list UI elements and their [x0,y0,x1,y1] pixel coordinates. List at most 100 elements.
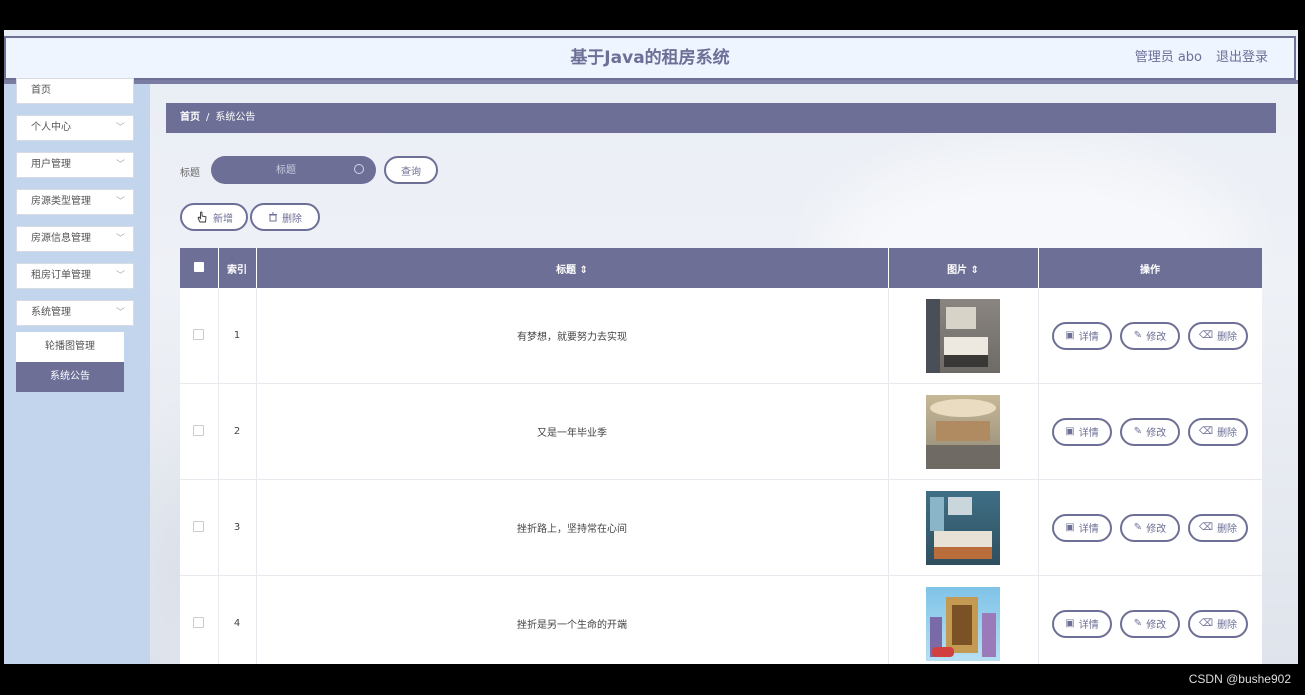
add-button[interactable]: 新增 [180,203,248,231]
sidebar-item-users[interactable]: 用户管理 ﹀ [16,152,134,178]
row-image-cell [888,383,1039,480]
sidebar-item-label: 个人中心 [31,122,71,133]
edit-button[interactable]: ✎ 修改 [1120,321,1180,350]
row-index: 4 [218,575,257,664]
sidebar-item-profile[interactable]: 个人中心 ﹀ [16,115,134,141]
row-title: 又是一年毕业季 [256,383,889,480]
row-thumbnail[interactable] [926,298,1000,373]
watermark: CSDN @bushe902 [1188,672,1291,686]
top-header: 基于Java的租房系统 管理员 abo 退出登录 [4,36,1296,80]
detail-button[interactable]: ▣ 详情 [1052,609,1112,638]
row-checkbox-cell [180,479,219,576]
chevron-down-icon: ﹀ [115,234,125,244]
delete-button[interactable]: ⌫ 删除 [1188,513,1248,542]
app-title: 基于Java的租房系统 [570,48,730,68]
breadcrumb-separator: / [206,112,210,123]
batch-delete-button[interactable]: 删除 [250,203,320,231]
table-header-row: 索引 标题 ⇕ 图片 ⇕ 操作 [180,248,1262,288]
delete-button-label: 删除 [1217,620,1238,631]
delete-button-label: 删除 [1217,524,1238,535]
edit-button-label: 修改 [1146,524,1167,535]
table-row: 2 又是一年毕业季 ▣ 详情 ✎ 修改 ⌫ 删除 [180,383,1262,480]
detail-button[interactable]: ▣ 详情 [1052,417,1112,446]
detail-button-label: 详情 [1078,332,1099,343]
row-index: 1 [218,288,257,384]
row-checkbox[interactable] [193,520,205,532]
sidebar-item-home[interactable]: 首页 [16,78,134,104]
select-all-checkbox-cell [180,248,219,288]
delete-button[interactable]: ⌫ 删除 [1188,321,1248,350]
edit-button[interactable]: ✎ 修改 [1120,417,1180,446]
sidebar-item-house-types[interactable]: 房源类型管理 ﹀ [16,189,134,215]
delete-button[interactable]: ⌫ 删除 [1188,417,1248,446]
breadcrumb-home[interactable]: 首页 [180,112,200,123]
trash-icon: ⌫ [1198,522,1214,533]
chevron-up-icon: ﹀ [115,308,125,318]
sidebar-subitem-carousel[interactable]: 轮播图管理 [16,332,124,362]
row-checkbox-cell [180,383,219,480]
document-icon: ▣ [1065,330,1075,341]
row-index: 2 [218,383,257,480]
row-checkbox[interactable] [193,616,205,628]
delete-button-label: 删除 [1217,428,1238,439]
search-input[interactable] [211,156,361,184]
column-header-operations: 操作 [1038,248,1262,288]
sidebar-item-label: 系统管理 [31,307,71,318]
edit-button-label: 修改 [1146,332,1167,343]
document-icon: ▣ [1065,426,1075,437]
hand-pointer-icon [197,211,207,223]
sidebar-item-label: 用户管理 [31,159,71,170]
query-button[interactable]: 查询 [384,156,438,184]
chevron-down-icon: ﹀ [115,197,125,207]
edit-button-label: 修改 [1146,620,1167,631]
row-thumbnail[interactable] [926,586,1000,661]
header-divider [4,80,1298,84]
pencil-icon: ✎ [1133,426,1143,437]
detail-button[interactable]: ▣ 详情 [1052,321,1112,350]
logout-link[interactable]: 退出登录 [1216,38,1268,78]
select-all-checkbox[interactable] [193,261,204,272]
chevron-down-icon: ﹀ [115,160,125,170]
row-title: 挫折是另一个生命的开端 [256,575,889,664]
column-header-index: 索引 [218,248,257,288]
column-header-title[interactable]: 标题 ⇕ [256,248,889,288]
search-box [211,156,376,184]
sidebar-item-system[interactable]: 系统管理 ﹀ [16,300,134,326]
sidebar-item-label: 房源信息管理 [31,233,91,244]
row-title: 挫折路上，坚持常在心间 [256,479,889,576]
table-row: 3 挫折路上，坚持常在心间 ▣ 详情 ✎ 修改 ⌫ 删除 [180,479,1262,576]
breadcrumb: 首页 / 系统公告 [166,103,1276,133]
row-checkbox-cell [180,288,219,384]
announcement-table: 索引 标题 ⇕ 图片 ⇕ 操作 1 有梦想，就要努力去实现 ▣ 详情 ✎ 修改 … [180,248,1262,664]
row-operations: ▣ 详情 ✎ 修改 ⌫ 删除 [1038,383,1262,480]
row-checkbox[interactable] [193,424,205,436]
detail-button-label: 详情 [1078,620,1099,631]
document-icon: ▣ [1065,522,1075,533]
user-name: 管理员 abo [1134,50,1202,65]
table-row: 4 挫折是另一个生命的开端 ▣ 详情 ✎ 修改 ⌫ 删除 [180,575,1262,664]
search-label: 标题 [180,168,200,179]
delete-button[interactable]: ⌫ 删除 [1188,609,1248,638]
trash-icon: ⌫ [1198,618,1214,629]
trash-icon: ⌫ [1198,426,1214,437]
edit-button-label: 修改 [1146,428,1167,439]
sidebar: 首页 个人中心 ﹀ 用户管理 ﹀ 房源类型管理 ﹀ 房源信息管理 ﹀ 租房订单管… [4,78,150,664]
row-thumbnail[interactable] [926,490,1000,565]
chevron-down-icon: ﹀ [115,271,125,281]
row-thumbnail[interactable] [926,394,1000,469]
row-checkbox[interactable] [193,328,205,340]
pencil-icon: ✎ [1133,522,1143,533]
sidebar-item-label: 首页 [31,85,51,96]
sidebar-item-house-info[interactable]: 房源信息管理 ﹀ [16,226,134,252]
delete-button-label: 删除 [1217,332,1238,343]
row-operations: ▣ 详情 ✎ 修改 ⌫ 删除 [1038,288,1262,384]
edit-button[interactable]: ✎ 修改 [1120,609,1180,638]
edit-button[interactable]: ✎ 修改 [1120,513,1180,542]
query-button-label: 查询 [401,166,421,178]
row-operations: ▣ 详情 ✎ 修改 ⌫ 删除 [1038,575,1262,664]
detail-button[interactable]: ▣ 详情 [1052,513,1112,542]
column-header-image[interactable]: 图片 ⇕ [888,248,1039,288]
sidebar-item-label: 房源类型管理 [31,196,91,207]
sidebar-item-orders[interactable]: 租房订单管理 ﹀ [16,263,134,289]
sidebar-subitem-announcements[interactable]: 系统公告 [16,362,124,392]
